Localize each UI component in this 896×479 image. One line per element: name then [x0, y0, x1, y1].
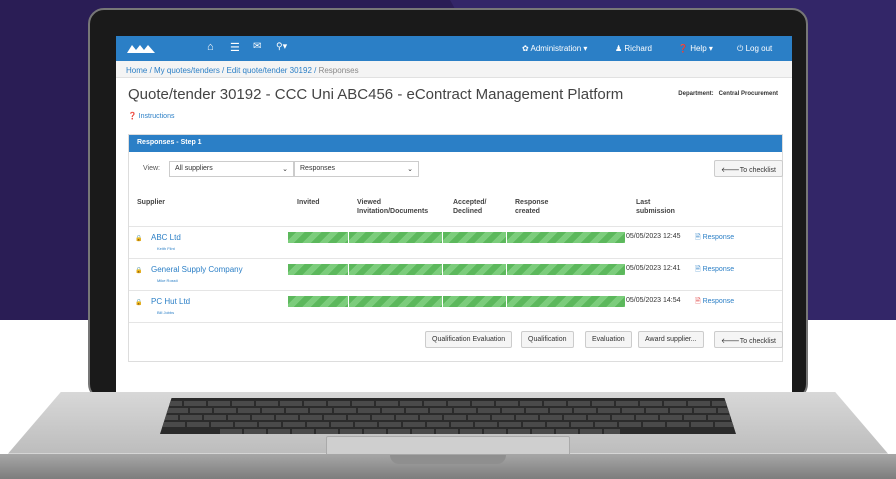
evaluation-button[interactable]: Evaluation [585, 331, 632, 348]
view-mode-select[interactable]: Responses ⌄ [294, 161, 419, 177]
top-navbar: ⌂ ☰ ✉ ⚲▾ ✿ Administration ▾ ♟ Richard ❓ … [116, 36, 792, 61]
supplier-contact: Mike Rossti [157, 278, 178, 283]
chevron-down-icon: ⌄ [282, 166, 288, 173]
breadcrumb-separator: / [311, 66, 319, 75]
progress-response [507, 264, 626, 275]
to-checklist-button-bottom[interactable]: 🡐To checklist [714, 331, 783, 348]
department-value: Central Procurement [718, 91, 778, 97]
user-label: Richard [624, 44, 652, 53]
instructions-link[interactable]: ❓ Instructions [128, 112, 174, 120]
administration-label: Administration [530, 44, 582, 53]
envelope-icon[interactable]: ✉ [253, 41, 261, 52]
progress-invited [288, 264, 349, 275]
breadcrumb-quotes[interactable]: My quotes/tenders [154, 66, 220, 75]
response-link[interactable]: 🗎 Response [695, 233, 734, 244]
supplier-filter-select[interactable]: All suppliers ⌄ [169, 161, 294, 177]
department-info: Department: Central Procurement [678, 91, 778, 97]
response-label: Response [702, 234, 735, 241]
progress-accepted [443, 296, 507, 307]
response-label: Response [702, 298, 735, 305]
progress-viewed [349, 264, 443, 275]
breadcrumb-home[interactable]: Home [126, 66, 147, 75]
view-mode-value: Responses [300, 165, 336, 172]
document-icon: 🗎 [695, 234, 701, 241]
help-label: Help [690, 44, 707, 53]
logout-button[interactable]: ⏻ Log out [737, 44, 772, 54]
home-icon[interactable]: ⌂ [207, 41, 214, 53]
sitemap-icon[interactable]: ⚲▾ [276, 41, 287, 52]
laptop-notch [390, 455, 506, 464]
response-label: Response [702, 266, 735, 273]
breadcrumb-separator: / [219, 66, 227, 75]
lock-icon: 🔒 [135, 268, 143, 274]
pdf-document-icon: 🗎 [695, 298, 701, 305]
progress-invited [288, 232, 349, 243]
lock-icon: 🔒 [135, 236, 143, 242]
chevron-down-icon: ⌄ [407, 166, 413, 173]
supplier-contact: Keith Flint [157, 246, 175, 251]
breadcrumb-edit[interactable]: Edit quote/tender 30192 [227, 66, 312, 75]
progress-viewed [349, 296, 443, 307]
logout-label: Log out [745, 44, 773, 53]
laptop-trackpad [326, 436, 570, 456]
supplier-link[interactable]: ABC Ltd [151, 233, 181, 242]
qualification-button[interactable]: Qualification [521, 331, 574, 348]
arrow-left-icon: 🡐 [721, 167, 740, 174]
progress-accepted [443, 264, 507, 275]
last-submission: 05/05/2023 12:41 [626, 265, 681, 272]
arrow-left-icon: 🡐 [721, 338, 740, 345]
table-row: 🔒 ABC Ltd Keith Flint 05/05/2023 12:45 🗎… [129, 226, 782, 258]
header-accepted: Accepted/ Declined [453, 199, 487, 215]
header-supplier: Supplier [137, 199, 166, 206]
progress-response [507, 232, 626, 243]
header-viewed: Viewed Invitation/Documents [357, 199, 429, 215]
list-icon[interactable]: ☰ [230, 41, 240, 54]
last-submission: 05/05/2023 12:45 [626, 233, 681, 240]
lock-icon: 🔒 [135, 300, 143, 306]
progress-accepted [443, 232, 507, 243]
breadcrumb-current: Responses [318, 66, 359, 75]
header-last-submission: Last submission [636, 199, 675, 215]
logo-icon[interactable] [126, 40, 168, 57]
panel-heading: Responses - Step 1 [129, 135, 782, 152]
header-invited: Invited [297, 199, 320, 206]
table-row: 🔒 General Supply Company Mike Rossti 05/… [129, 258, 782, 290]
app-screen: ⌂ ☰ ✉ ⚲▾ ✿ Administration ▾ ♟ Richard ❓ … [116, 36, 792, 392]
help-menu[interactable]: ❓ Help ▾ [678, 44, 713, 53]
laptop-keyboard [160, 398, 736, 434]
qualification-evaluation-button[interactable]: Qualification Evaluation [425, 331, 513, 348]
header-response-created: Response created [515, 199, 549, 215]
last-submission: 05/05/2023 14:54 [626, 297, 681, 304]
table-row: 🔒 PC Hut Ltd Bill Jobbs 05/05/2023 14:54… [129, 290, 782, 322]
response-link[interactable]: 🗎 Response [695, 297, 734, 308]
administration-menu[interactable]: ✿ Administration ▾ [522, 44, 587, 53]
supplier-link[interactable]: PC Hut Ltd [151, 297, 190, 306]
user-menu[interactable]: ♟ Richard [615, 44, 652, 53]
breadcrumb: Home / My quotes/tenders / Edit quote/te… [116, 61, 792, 78]
supplier-link[interactable]: General Supply Company [151, 265, 243, 274]
progress-response [507, 296, 626, 307]
actions-row: Qualification Evaluation Qualification E… [129, 322, 783, 362]
question-icon: ❓ [128, 113, 137, 120]
document-icon: 🗎 [695, 266, 701, 273]
supplier-contact: Bill Jobbs [157, 310, 175, 315]
department-label: Department: [678, 91, 714, 97]
responses-panel: Responses - Step 1 View: All suppliers ⌄… [128, 134, 783, 362]
progress-viewed [349, 232, 443, 243]
to-checklist-label: To checklist [739, 167, 776, 174]
to-checklist-button-top[interactable]: 🡐To checklist [714, 160, 783, 177]
award-supplier-button[interactable]: Award supplier... [638, 331, 704, 348]
breadcrumb-separator: / [147, 66, 155, 75]
supplier-filter-value: All suppliers [175, 165, 213, 172]
view-label: View: [143, 165, 160, 172]
page-title: Quote/tender 30192 - CCC Uni ABC456 - eC… [128, 86, 624, 103]
progress-invited [288, 296, 349, 307]
to-checklist-label: To checklist [739, 338, 776, 345]
response-link[interactable]: 🗎 Response [695, 265, 734, 276]
instructions-label: Instructions [138, 113, 175, 120]
